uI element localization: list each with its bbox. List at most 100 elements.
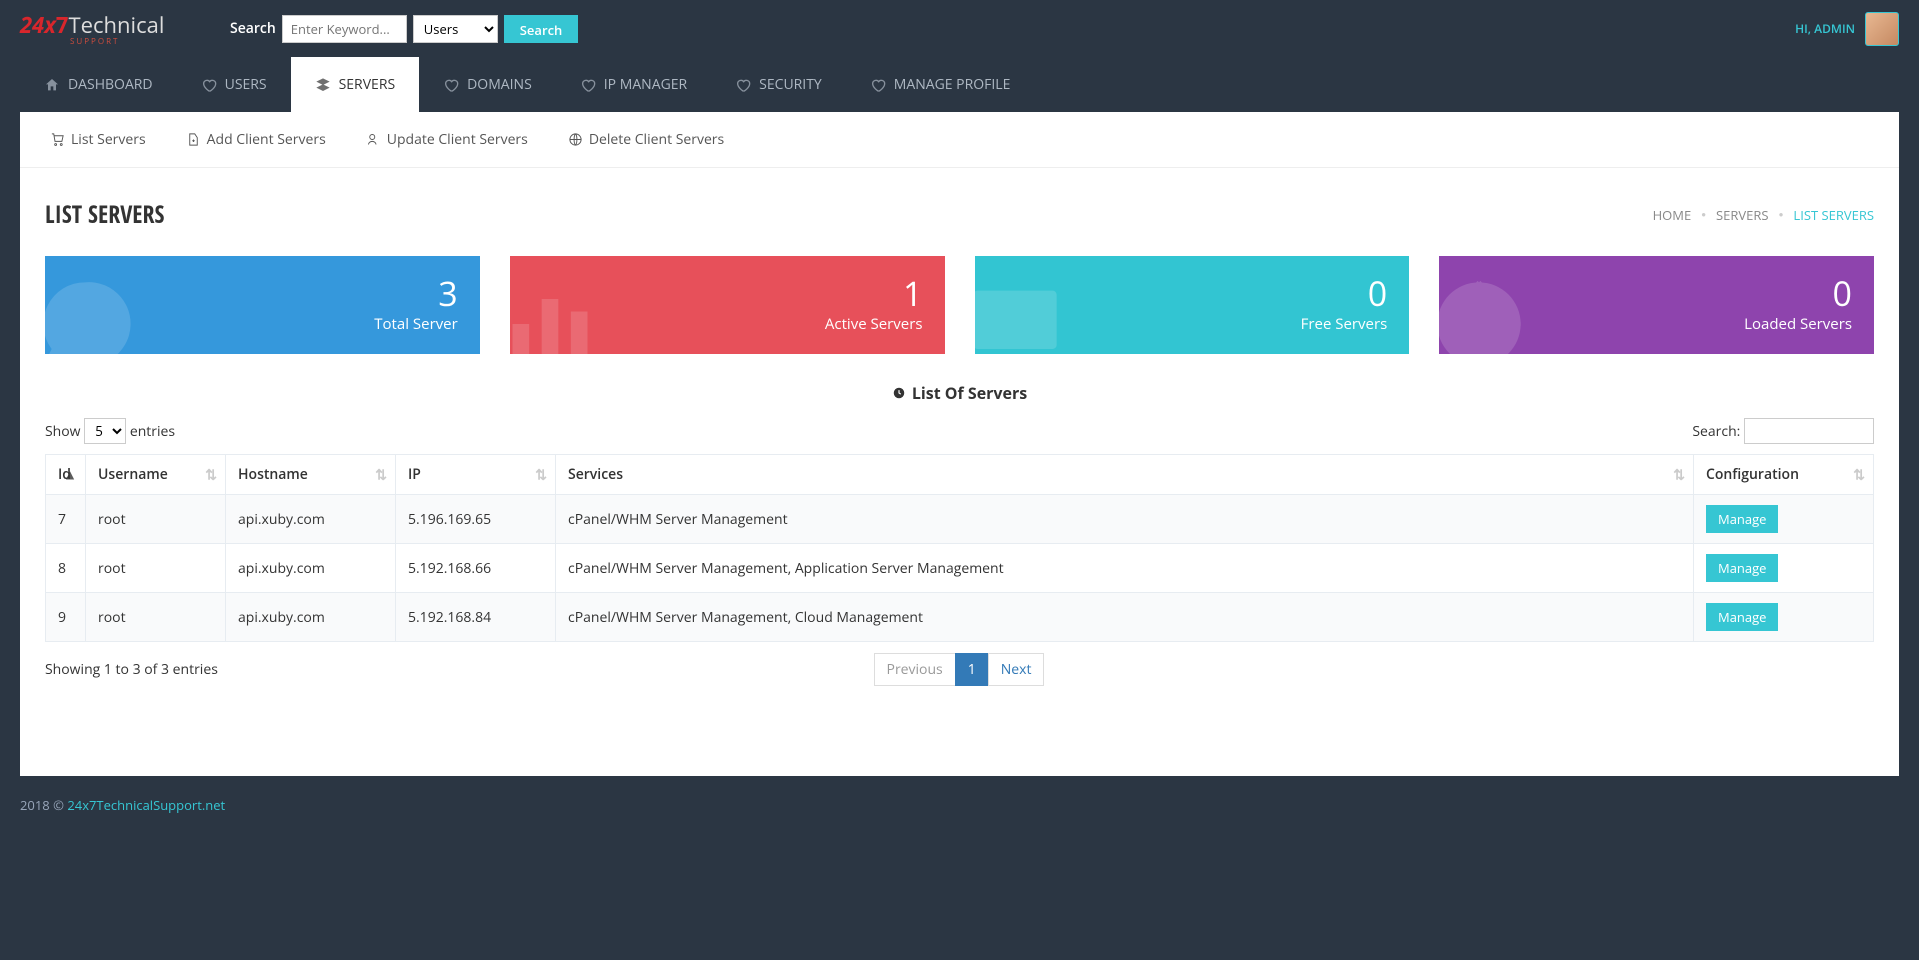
list-title: List Of Servers	[20, 374, 1899, 418]
nav-ip-manager[interactable]: IP MANAGER	[556, 57, 711, 112]
nav-domains[interactable]: DOMAINS	[419, 57, 556, 112]
cell-hostname: api.xuby.com	[226, 544, 396, 593]
stat-free-servers[interactable]: 0 Free Servers	[975, 256, 1410, 354]
col-ip[interactable]: IP⇅	[396, 455, 556, 495]
nav-users[interactable]: USERS	[177, 57, 291, 112]
col-services[interactable]: Services⇅	[556, 455, 1694, 495]
show-pre: Show	[45, 422, 81, 441]
table-controls: Show 5 entries Search:	[45, 418, 1874, 444]
stats-row: 3 Total Server 1 Active Servers 0 Free S…	[20, 246, 1899, 374]
cell-config: Manage	[1694, 544, 1874, 593]
subnav-label: Update Client Servers	[387, 130, 528, 149]
sort-icon: ⇅	[1673, 465, 1685, 484]
breadcrumb-item[interactable]: HOME	[1653, 206, 1692, 224]
entries-select[interactable]: 5	[84, 418, 126, 444]
sort-icon: ⇅	[1853, 465, 1865, 484]
nav-dashboard[interactable]: DASHBOARD	[20, 57, 177, 112]
show-post: entries	[130, 422, 175, 441]
stat-active-servers[interactable]: 1 Active Servers	[510, 256, 945, 354]
breadcrumb-sep: ●	[1779, 209, 1784, 220]
cell-id: 7	[46, 495, 86, 544]
page-header: LIST SERVERS HOME ● SERVERS ● LIST SERVE…	[20, 168, 1899, 246]
cell-ip: 5.192.168.66	[396, 544, 556, 593]
subnav-delete-client-servers[interactable]: Delete Client Servers	[568, 130, 724, 149]
list-title-text: List Of Servers	[912, 382, 1027, 404]
bars-icon	[510, 274, 600, 354]
nav-label: IP MANAGER	[604, 75, 687, 94]
col-configuration[interactable]: Configuration⇅	[1694, 455, 1874, 495]
avatar[interactable]	[1865, 12, 1899, 46]
manage-button[interactable]: Manage	[1706, 603, 1778, 631]
subnav-update-client-servers[interactable]: Update Client Servers	[366, 130, 528, 149]
heart-icon	[580, 77, 596, 93]
page-number[interactable]: 1	[955, 653, 989, 686]
file-plus-icon	[186, 132, 201, 147]
stat-total-server[interactable]: 3 Total Server	[45, 256, 480, 354]
footer-link[interactable]: 24x7TechnicalSupport.net	[67, 796, 225, 814]
subnav-add-client-servers[interactable]: Add Client Servers	[186, 130, 326, 149]
user-greeting[interactable]: HI, ADMIN	[1795, 20, 1855, 37]
table-search-input[interactable]	[1744, 418, 1874, 444]
col-username[interactable]: Username⇅	[86, 455, 226, 495]
breadcrumb-current: LIST SERVERS	[1793, 206, 1874, 224]
search-input[interactable]	[282, 15, 407, 43]
cell-username: root	[86, 544, 226, 593]
layers-icon	[315, 77, 331, 93]
pagination: Previous 1 Next	[45, 653, 1874, 686]
topbar: 24x7Technical SUPPORT Search Users Searc…	[0, 0, 1919, 57]
global-search: Search Users Search	[230, 15, 578, 43]
globe-icon	[568, 132, 583, 147]
stat-loaded-servers[interactable]: 0 Loaded Servers	[1439, 256, 1874, 354]
globe-icon	[1439, 274, 1529, 354]
nav-label: DASHBOARD	[68, 75, 153, 94]
breadcrumb-sep: ●	[1701, 209, 1706, 220]
clock-icon	[892, 386, 906, 400]
manage-button[interactable]: Manage	[1706, 554, 1778, 582]
page-body: List Servers Add Client Servers Update C…	[20, 112, 1899, 776]
heart-icon	[201, 77, 217, 93]
table-search: Search:	[1692, 418, 1874, 444]
sub-toolbar: List Servers Add Client Servers Update C…	[20, 112, 1899, 168]
breadcrumb: HOME ● SERVERS ● LIST SERVERS	[1653, 206, 1874, 224]
breadcrumb-item[interactable]: SERVERS	[1716, 206, 1769, 224]
subnav-label: Delete Client Servers	[589, 130, 724, 149]
subnav-label: List Servers	[71, 130, 146, 149]
heart-icon	[870, 77, 886, 93]
cell-hostname: api.xuby.com	[226, 593, 396, 642]
subnav-label: Add Client Servers	[207, 130, 326, 149]
cell-ip: 5.192.168.84	[396, 593, 556, 642]
logo[interactable]: 24x7Technical SUPPORT	[20, 10, 200, 47]
table-row: 9 root api.xuby.com 5.192.168.84 cPanel/…	[46, 593, 1874, 642]
search-button[interactable]: Search	[504, 15, 579, 43]
nav-security[interactable]: SECURITY	[711, 57, 846, 112]
home-icon	[44, 77, 60, 93]
monitor-icon	[975, 274, 1065, 354]
nav-label: USERS	[225, 75, 267, 94]
sort-icon: ⇅	[205, 465, 217, 484]
cell-ip: 5.196.169.65	[396, 495, 556, 544]
sort-asc-icon: ▲	[63, 465, 77, 484]
footer: 2018 © 24x7TechnicalSupport.net	[0, 776, 1919, 834]
manage-button[interactable]: Manage	[1706, 505, 1778, 533]
table-wrap: Show 5 entries Search: Id▲ Username⇅ Hos…	[20, 418, 1899, 716]
search-category-select[interactable]: Users	[413, 15, 498, 43]
cell-services: cPanel/WHM Server Management, Cloud Mana…	[556, 593, 1694, 642]
col-hostname[interactable]: Hostname⇅	[226, 455, 396, 495]
nav-label: MANAGE PROFILE	[894, 75, 1011, 94]
nav-servers[interactable]: SERVERS	[291, 57, 420, 112]
page-next[interactable]: Next	[988, 653, 1045, 686]
cell-config: Manage	[1694, 495, 1874, 544]
cell-hostname: api.xuby.com	[226, 495, 396, 544]
cart-icon	[50, 132, 65, 147]
table-row: 7 root api.xuby.com 5.196.169.65 cPanel/…	[46, 495, 1874, 544]
nav-manage-profile[interactable]: MANAGE PROFILE	[846, 57, 1035, 112]
sort-icon: ⇅	[375, 465, 387, 484]
chat-icon	[45, 274, 135, 354]
servers-table: Id▲ Username⇅ Hostname⇅ IP⇅ Services⇅ Co…	[45, 454, 1874, 642]
col-id[interactable]: Id▲	[46, 455, 86, 495]
cell-services: cPanel/WHM Server Management	[556, 495, 1694, 544]
page-prev[interactable]: Previous	[874, 653, 956, 686]
subnav-list-servers[interactable]: List Servers	[50, 130, 146, 149]
footer-year: 2018 ©	[20, 796, 64, 814]
nav-label: DOMAINS	[467, 75, 532, 94]
